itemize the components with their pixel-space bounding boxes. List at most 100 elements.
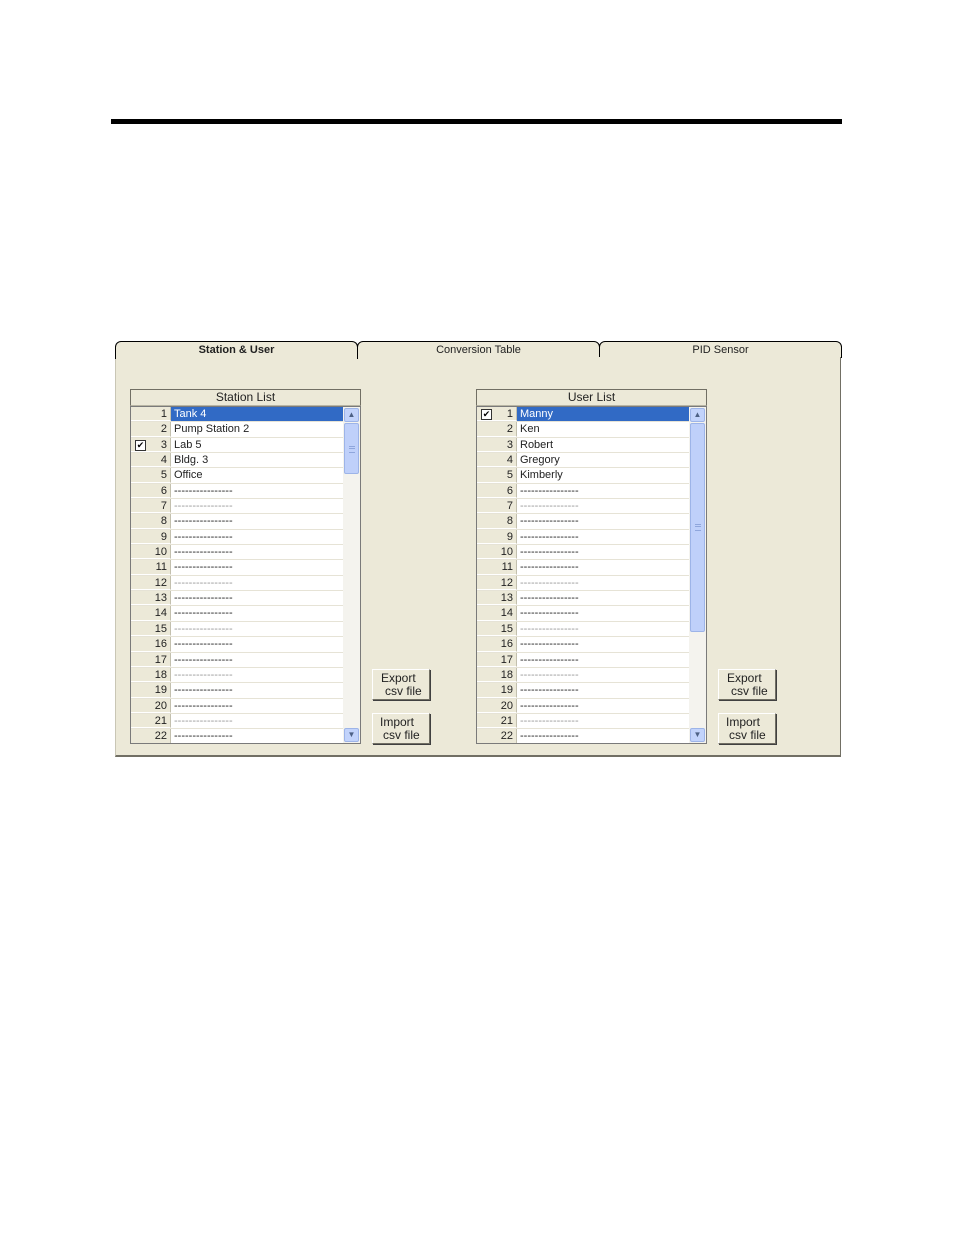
user-row[interactable]: 13 ----------------: [477, 591, 689, 607]
row-name[interactable]: ----------------: [171, 637, 343, 651]
user-row[interactable]: ✔ 1 Manny: [477, 407, 689, 423]
station-row[interactable]: 11 ----------------: [131, 560, 343, 576]
row-name[interactable]: ----------------: [517, 606, 689, 620]
user-row[interactable]: 6 ----------------: [477, 483, 689, 500]
row-name[interactable]: ----------------: [517, 545, 689, 559]
user-row[interactable]: 8 ----------------: [477, 514, 689, 530]
row-name[interactable]: ----------------: [171, 576, 343, 590]
user-row[interactable]: 11 ----------------: [477, 560, 689, 576]
station-row[interactable]: 7 ----------------: [131, 499, 343, 515]
station-scroll-thumb[interactable]: [344, 423, 359, 474]
user-scroll-thumb[interactable]: [690, 423, 705, 632]
row-name[interactable]: ----------------: [171, 514, 343, 528]
row-name[interactable]: ----------------: [517, 530, 689, 544]
row-name[interactable]: Pump Station 2: [171, 422, 343, 436]
user-row[interactable]: 19 ----------------: [477, 683, 689, 699]
user-row[interactable]: 3 Robert: [477, 437, 689, 454]
row-name[interactable]: ----------------: [517, 622, 689, 636]
user-row[interactable]: 14 ----------------: [477, 606, 689, 622]
user-row[interactable]: 21 ----------------: [477, 713, 689, 730]
user-row[interactable]: 17 ----------------: [477, 652, 689, 668]
row-name[interactable]: ----------------: [171, 606, 343, 620]
station-row[interactable]: 22 ----------------: [131, 729, 343, 743]
row-name[interactable]: ----------------: [171, 653, 343, 667]
tab-conversion-table[interactable]: Conversion Table: [357, 341, 600, 358]
user-row[interactable]: 16 ----------------: [477, 637, 689, 653]
user-row[interactable]: 5 Kimberly: [477, 468, 689, 484]
row-name[interactable]: ----------------: [517, 683, 689, 697]
station-row[interactable]: 5 Office: [131, 468, 343, 484]
checkmark-icon[interactable]: ✔: [135, 439, 146, 451]
station-row[interactable]: 14 ----------------: [131, 606, 343, 622]
checkmark-icon[interactable]: ✔: [481, 409, 492, 420]
station-row[interactable]: 20 ----------------: [131, 698, 343, 714]
user-row[interactable]: 20 ----------------: [477, 698, 689, 714]
row-name[interactable]: ----------------: [171, 530, 343, 544]
user-row[interactable]: 9 ----------------: [477, 529, 689, 546]
row-name[interactable]: Ken: [517, 422, 689, 436]
row-name[interactable]: Office: [171, 468, 343, 482]
station-row[interactable]: 10 ----------------: [131, 545, 343, 561]
station-row[interactable]: 1 Tank 4: [131, 407, 343, 423]
row-name[interactable]: ----------------: [171, 484, 343, 498]
row-name[interactable]: Tank 4: [171, 407, 343, 422]
row-name[interactable]: ----------------: [517, 714, 689, 728]
tab-station-user[interactable]: Station & User: [115, 341, 358, 359]
row-name[interactable]: ----------------: [517, 499, 689, 513]
row-name[interactable]: ----------------: [171, 622, 343, 636]
station-row[interactable]: 9 ----------------: [131, 529, 343, 546]
user-export-csv-button[interactable]: Export csv file: [718, 669, 776, 700]
station-row[interactable]: 21 ----------------: [131, 713, 343, 730]
user-list-scrollbar[interactable]: ▲ ▼: [689, 407, 706, 743]
row-name[interactable]: ----------------: [171, 683, 343, 697]
station-import-csv-button[interactable]: Import csv file: [372, 713, 430, 744]
station-row[interactable]: 8 ----------------: [131, 514, 343, 530]
scroll-down-icon[interactable]: ▼: [690, 728, 705, 742]
user-row[interactable]: 10 ----------------: [477, 545, 689, 561]
station-row[interactable]: 6 ----------------: [131, 483, 343, 500]
row-name[interactable]: ----------------: [517, 576, 689, 590]
scroll-up-icon[interactable]: ▲: [344, 408, 359, 422]
row-name[interactable]: Bldg. 3: [171, 453, 343, 467]
station-row[interactable]: 18 ----------------: [131, 667, 343, 684]
row-name[interactable]: ----------------: [171, 591, 343, 605]
scroll-up-icon[interactable]: ▲: [690, 408, 705, 422]
row-name[interactable]: ----------------: [171, 560, 343, 574]
row-name[interactable]: Robert: [517, 438, 689, 452]
user-row[interactable]: 22 ----------------: [477, 729, 689, 743]
row-name[interactable]: ----------------: [517, 560, 689, 574]
row-name[interactable]: ----------------: [517, 591, 689, 605]
row-name[interactable]: ----------------: [171, 729, 343, 743]
user-import-csv-button[interactable]: Import csv file: [718, 713, 776, 744]
row-name[interactable]: ----------------: [517, 514, 689, 528]
row-name[interactable]: ----------------: [171, 699, 343, 713]
row-name[interactable]: Lab 5: [171, 438, 343, 452]
station-row[interactable]: ✔ 3 Lab 5: [131, 437, 343, 454]
row-name[interactable]: ----------------: [517, 668, 689, 682]
row-name[interactable]: ----------------: [517, 653, 689, 667]
row-name[interactable]: Manny: [517, 407, 689, 422]
row-name[interactable]: ----------------: [517, 699, 689, 713]
scroll-down-icon[interactable]: ▼: [344, 728, 359, 742]
station-row[interactable]: 17 ----------------: [131, 652, 343, 668]
row-name[interactable]: ----------------: [171, 668, 343, 682]
station-row[interactable]: 16 ----------------: [131, 637, 343, 653]
user-row[interactable]: 7 ----------------: [477, 499, 689, 515]
row-name[interactable]: ----------------: [517, 484, 689, 498]
row-name[interactable]: ----------------: [171, 714, 343, 728]
row-name[interactable]: Kimberly: [517, 468, 689, 482]
station-row[interactable]: 12 ----------------: [131, 575, 343, 592]
row-name[interactable]: ----------------: [171, 545, 343, 559]
user-row[interactable]: 15 ----------------: [477, 621, 689, 638]
station-row[interactable]: 2 Pump Station 2: [131, 422, 343, 438]
row-name[interactable]: ----------------: [517, 637, 689, 651]
station-row[interactable]: 15 ----------------: [131, 621, 343, 638]
station-row[interactable]: 19 ----------------: [131, 683, 343, 699]
tab-pid-sensor[interactable]: PID Sensor: [599, 341, 842, 358]
user-row[interactable]: 4 Gregory: [477, 453, 689, 469]
station-list-scrollbar[interactable]: ▲ ▼: [343, 407, 360, 743]
station-export-csv-button[interactable]: Export csv file: [372, 669, 430, 700]
station-row[interactable]: 4 Bldg. 3: [131, 453, 343, 469]
station-row[interactable]: 13 ----------------: [131, 591, 343, 607]
user-row[interactable]: 12 ----------------: [477, 575, 689, 592]
